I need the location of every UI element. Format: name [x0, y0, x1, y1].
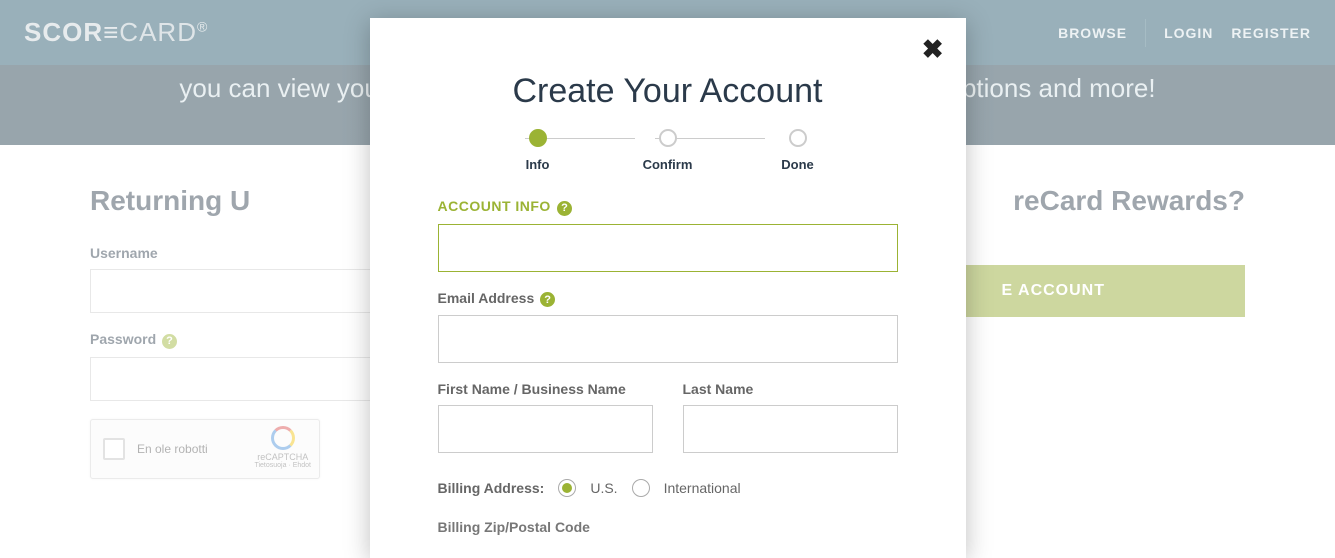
email-label: Email Address ? [438, 290, 898, 308]
billing-us-label: U.S. [590, 480, 617, 496]
step-confirm-label: Confirm [603, 157, 733, 172]
last-name-label: Last Name [683, 381, 898, 397]
step-done-label: Done [733, 157, 863, 172]
first-name-input[interactable] [438, 405, 653, 453]
billing-zip-label-cut: Billing Zip/Postal Code [438, 519, 898, 535]
step-done-dot [789, 129, 807, 147]
modal-title: Create Your Account [438, 72, 898, 111]
account-info-text: ACCOUNT INFO [438, 198, 551, 214]
billing-intl-radio[interactable] [632, 479, 650, 497]
first-name-label: First Name / Business Name [438, 381, 653, 397]
account-info-input[interactable] [438, 224, 898, 272]
billing-label: Billing Address: [438, 480, 545, 496]
email-label-text: Email Address [438, 290, 535, 306]
help-icon[interactable]: ? [540, 292, 555, 307]
email-input[interactable] [438, 315, 898, 363]
step-confirm-dot [659, 129, 677, 147]
last-name-input[interactable] [683, 405, 898, 453]
billing-us-radio[interactable] [558, 479, 576, 497]
help-icon[interactable]: ? [557, 201, 572, 216]
progress-steps: Info Confirm Done [438, 129, 898, 172]
name-row: First Name / Business Name Last Name [438, 381, 898, 471]
create-account-modal: ✖ Create Your Account Info Confirm Done … [370, 18, 966, 558]
step-info: Info [473, 129, 603, 172]
billing-address-row: Billing Address: U.S. International [438, 479, 898, 497]
step-info-label: Info [473, 157, 603, 172]
close-icon[interactable]: ✖ [922, 36, 944, 62]
step-confirm: Confirm [603, 129, 733, 172]
step-done: Done [733, 129, 863, 172]
billing-intl-label: International [664, 480, 741, 496]
step-info-dot [529, 129, 547, 147]
account-info-section-label: ACCOUNT INFO ? [438, 198, 898, 216]
